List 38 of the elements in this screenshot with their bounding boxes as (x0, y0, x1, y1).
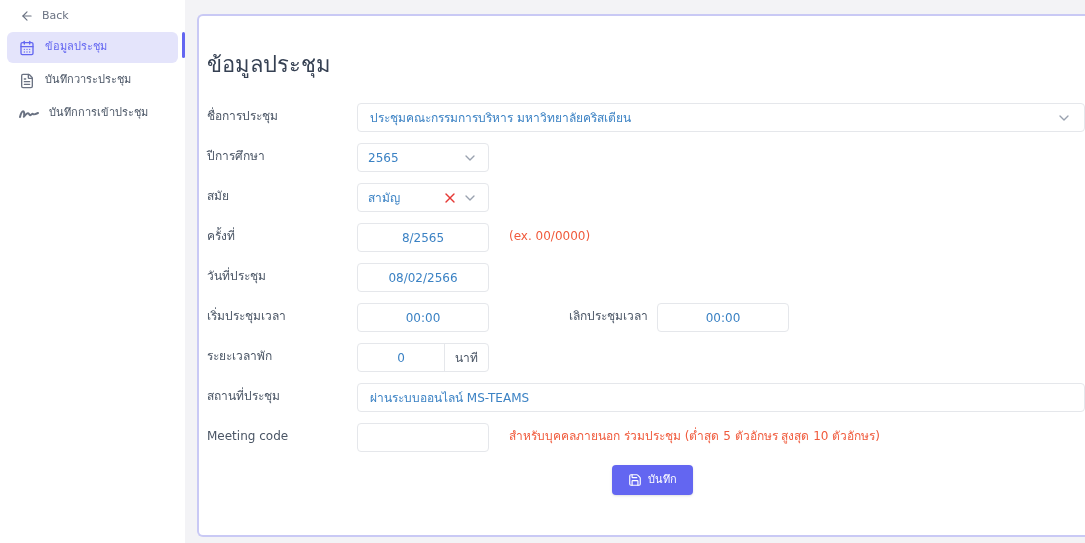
save-icon (628, 473, 642, 487)
select-value: ประชุมคณะกรรมการบริหาร มหาวิทยาลัยคริสเตียน (370, 109, 631, 127)
calendar-icon (19, 39, 35, 56)
select-field[interactable]: 2565 (357, 143, 489, 172)
field-label: Meeting code (207, 428, 290, 445)
text-field[interactable]: ผ่านระบบออนไลน์ MS-TEAMS (357, 383, 1085, 412)
text-field[interactable]: 8/2565 (357, 223, 489, 252)
field-label: สถานที่ประชุม (207, 386, 281, 405)
field-label: สมัย (207, 188, 230, 205)
field-label: ชื่อการประชุม (207, 106, 279, 125)
time-field[interactable]: 00:00 (357, 303, 489, 332)
sidebar-item[interactable]: บันทึกการเข้าประชุม (7, 98, 178, 129)
sidebar-item[interactable]: ข้อมูลประชุม (7, 32, 178, 63)
page-title: ข้อมูลประชุม (207, 51, 332, 80)
text-field[interactable]: 08/02/2566 (357, 263, 489, 292)
text-field[interactable] (357, 423, 489, 452)
duration-value: 0 (396, 349, 406, 367)
field-label: ระยะเวลาพัก (207, 348, 273, 365)
select-field[interactable]: ประชุมคณะกรรมการบริหาร มหาวิทยาลัยคริสเตียน (357, 103, 1085, 132)
select-value: สามัญ (368, 189, 400, 207)
time-field[interactable]: 00:00 (657, 303, 789, 332)
duration-field[interactable]: 0 นาที (357, 343, 489, 372)
sidebar-item[interactable]: บันทึกวาระประชุม (7, 65, 178, 96)
field-label: เลิกประชุมเวลา (568, 308, 649, 325)
unit-text: นาที (444, 344, 488, 371)
hint-text: สำหรับบุคคลภายนอก ร่วมประชุม (ต่ำสุด 5 ตัวอักษร สูงสุด 10 ตัวอักษร) (509, 426, 880, 445)
save-button[interactable]: บันทึก (612, 465, 693, 495)
back-link[interactable]: Back (0, 8, 185, 24)
select-field[interactable]: สามัญ (357, 183, 489, 212)
field-label: ปีการศึกษา (207, 148, 266, 165)
document-icon (19, 72, 35, 89)
signature-icon (19, 107, 39, 120)
active-indicator (182, 32, 185, 58)
field-label: เริ่มประชุมเวลา (207, 306, 287, 325)
field-label: วันที่ประชุม (207, 266, 267, 285)
field-label: ครั้งที่ (207, 226, 236, 245)
select-value: 2565 (368, 149, 399, 167)
hint-text: (ex. 00/0000) (509, 228, 591, 245)
